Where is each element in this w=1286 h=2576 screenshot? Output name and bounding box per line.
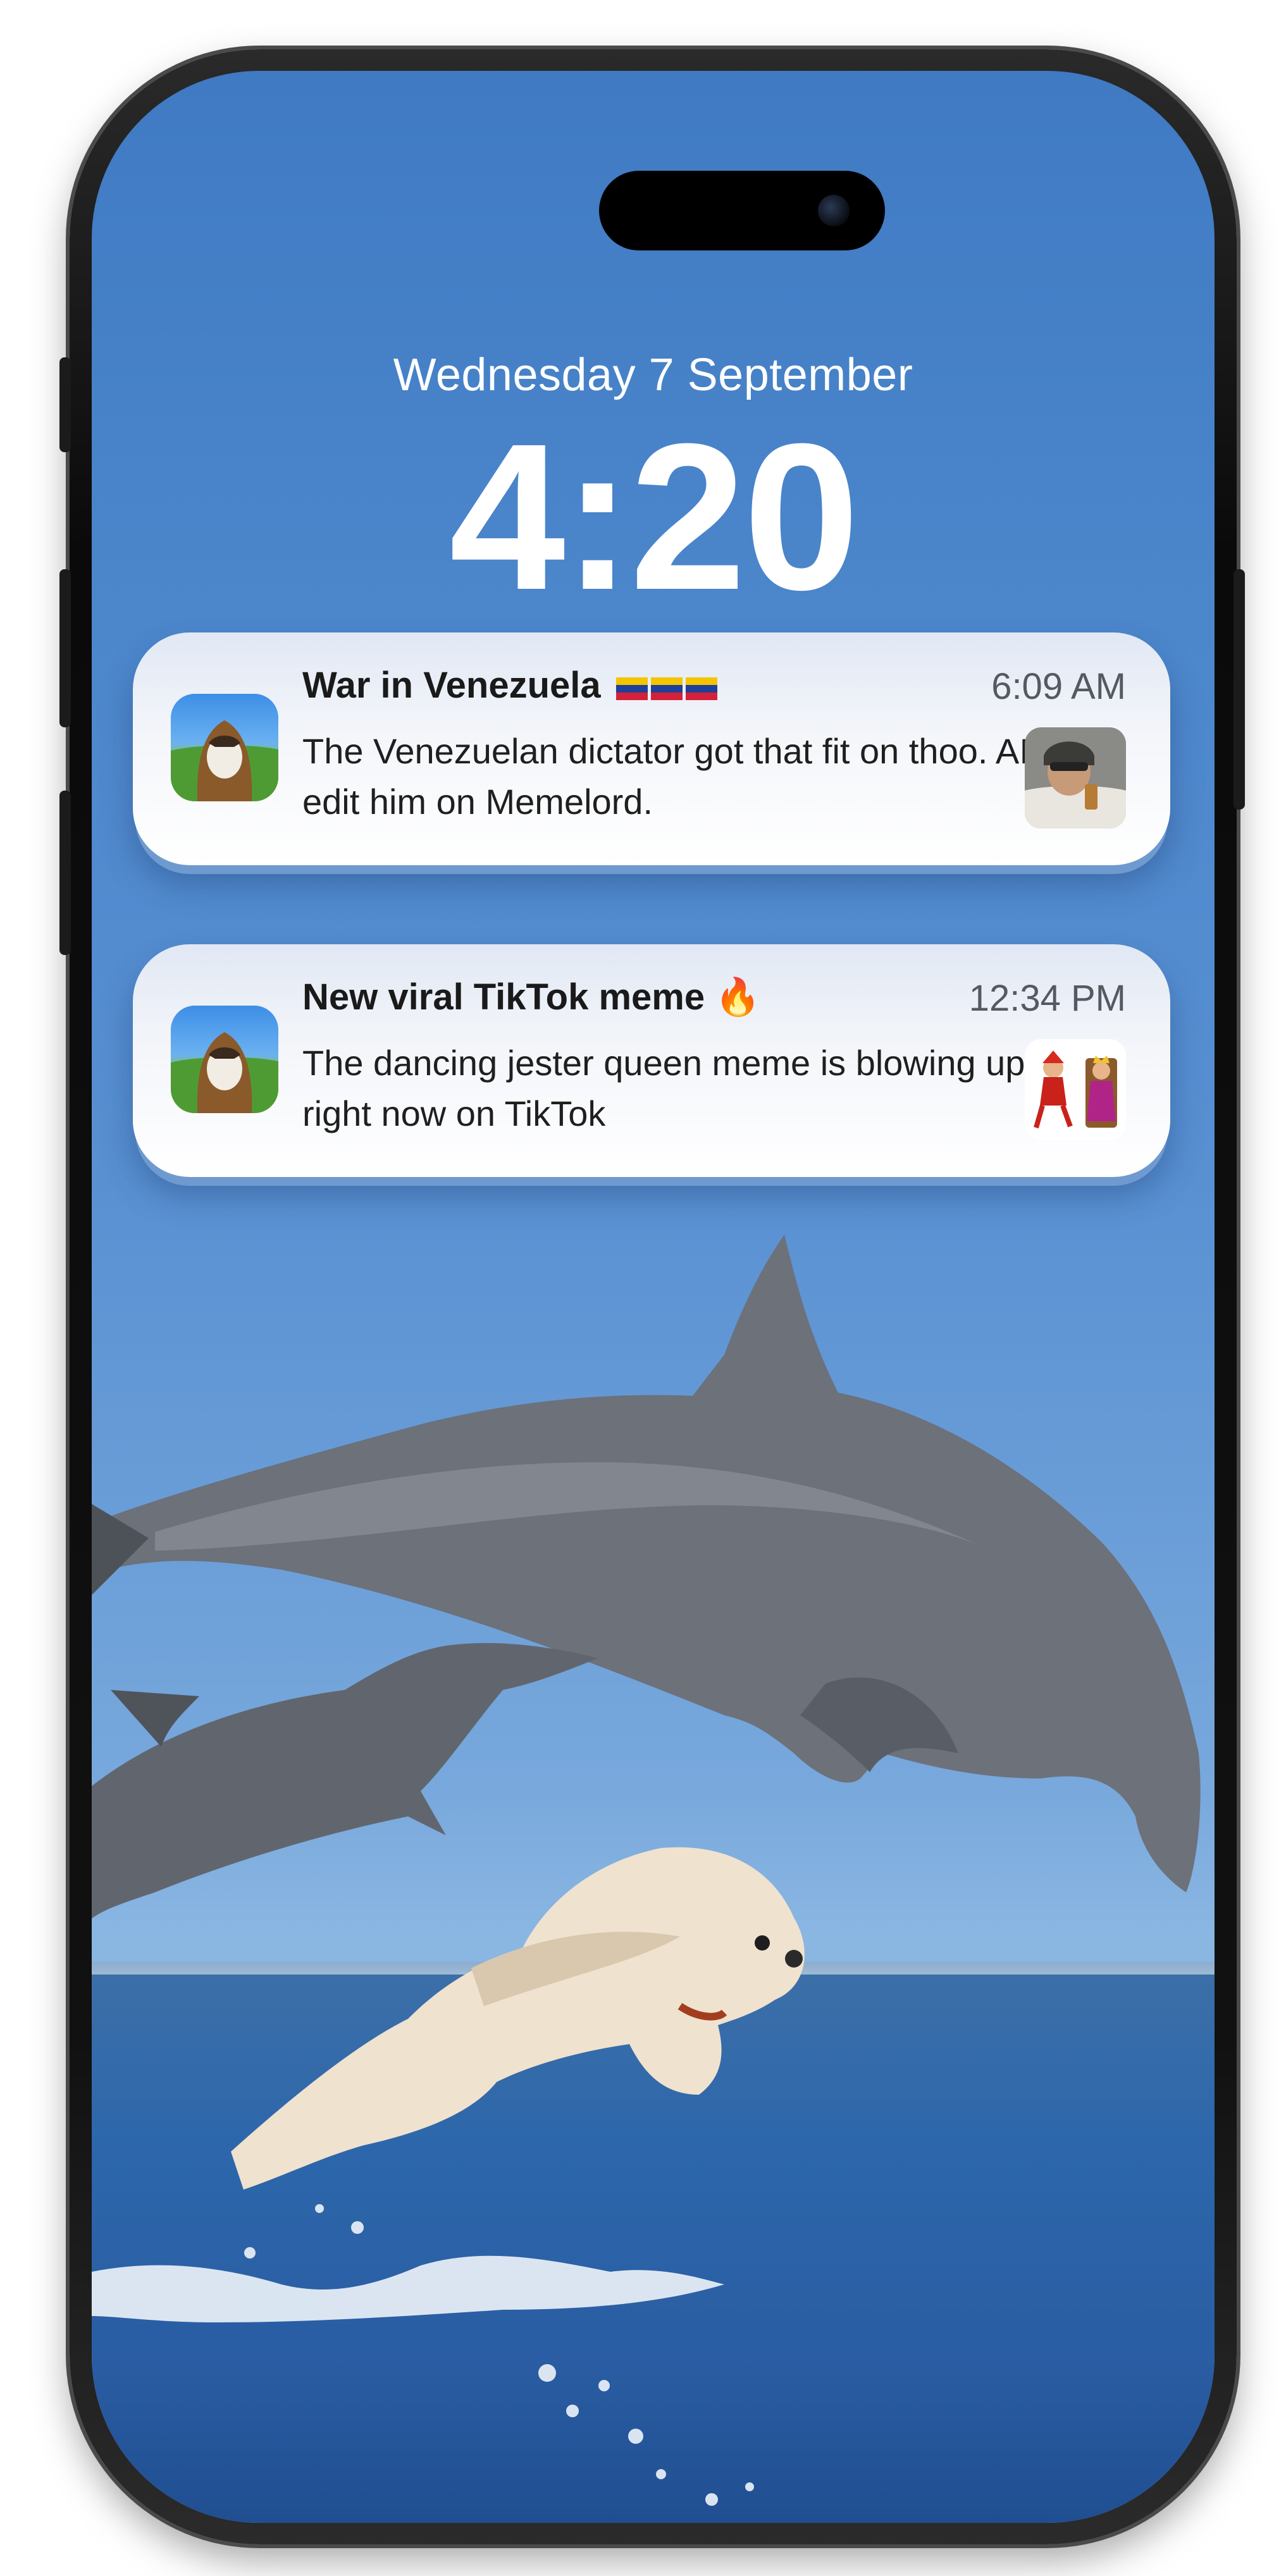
notification-body: The dancing jester queen meme is blowing… xyxy=(302,1043,1025,1133)
jester-queen-thumbnail xyxy=(1025,1039,1126,1140)
power-button[interactable] xyxy=(1233,569,1245,810)
dolphin-small xyxy=(92,1642,598,1919)
lock-screen-date: Wednesday 7 September xyxy=(393,350,913,400)
notification-card-tiktok[interactable]: New viral TikTok meme 🔥 12:34 PM The dan… xyxy=(133,944,1170,1177)
lock-screen: Wednesday 7 September 4:20 xyxy=(92,71,1215,2523)
lock-screen-clock: 4:20 xyxy=(449,400,859,633)
notification-card-venezuela[interactable]: War in Venezuela 6:09 AM The Venezuelan … xyxy=(133,632,1170,865)
front-camera-icon xyxy=(818,195,850,226)
notification-title: War in Venezuela xyxy=(302,664,717,706)
volume-up-button[interactable] xyxy=(59,569,71,727)
notification-body: The Venezuelan dictator got that fit on … xyxy=(302,731,1029,822)
volume-down-button[interactable] xyxy=(59,791,71,955)
flying-dog xyxy=(231,1847,805,2190)
app-icon xyxy=(171,694,278,801)
fire-icon: 🔥 xyxy=(715,977,761,1018)
action-button[interactable] xyxy=(59,357,71,452)
military-portrait-thumbnail xyxy=(1025,727,1126,829)
notification-time: 12:34 PM xyxy=(968,978,1126,1019)
app-icon xyxy=(171,1006,278,1113)
water-splash xyxy=(92,2204,754,2506)
venezuela-flag-icon xyxy=(615,677,717,700)
notification-time: 6:09 AM xyxy=(991,666,1126,707)
notification-title: New viral TikTok meme 🔥 xyxy=(302,977,761,1018)
